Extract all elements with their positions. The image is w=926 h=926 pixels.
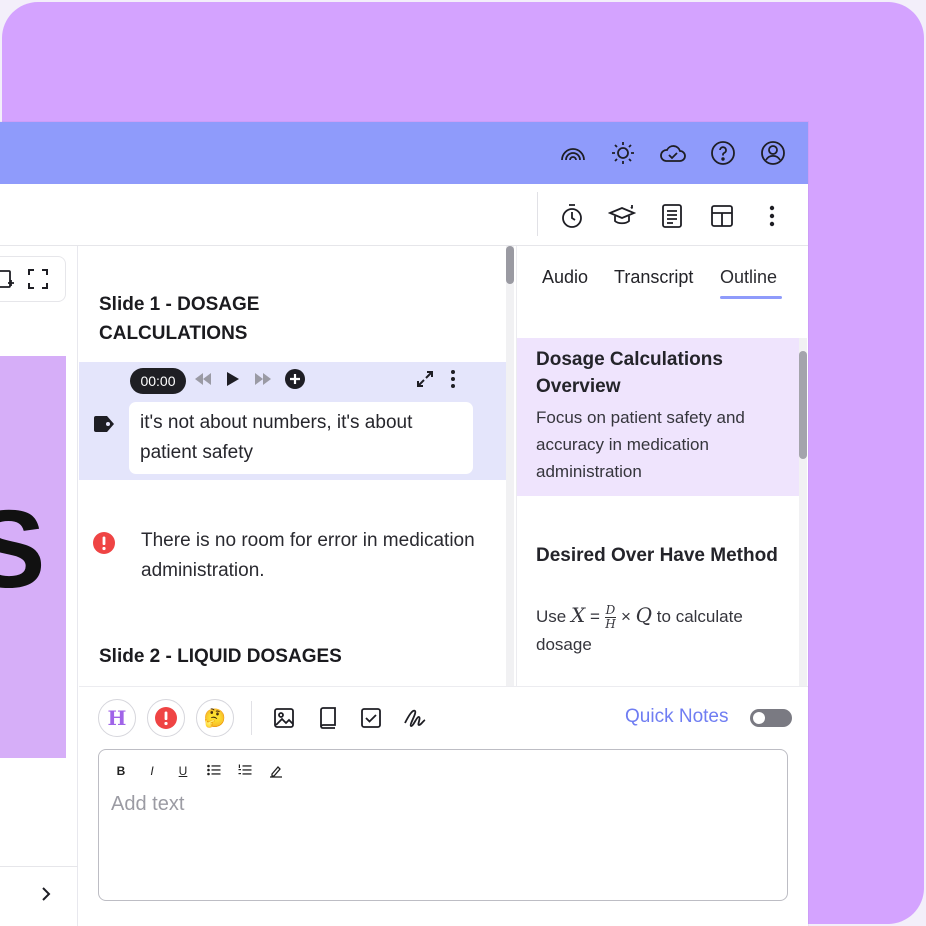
help-icon[interactable]	[707, 137, 739, 169]
rainbow-icon[interactable]	[557, 137, 589, 169]
notes-scrollbar-thumb[interactable]	[506, 246, 514, 284]
important-button[interactable]	[147, 699, 185, 737]
outline-scrollbar-thumb[interactable]	[799, 351, 807, 459]
timer-icon[interactable]	[556, 200, 588, 232]
formula-prefix: Use	[536, 607, 567, 626]
slide-title-glyph: S	[0, 488, 46, 611]
slide-1-title: Slide 1 - DOSAGE CALCULATIONS	[99, 294, 260, 344]
outline-item-title: Dosage Calculations Overview	[536, 349, 723, 397]
outline-item-active[interactable]: Dosage Calculations Overview Focus on pa…	[517, 338, 799, 496]
quick-notes-label: Quick Notes	[625, 706, 729, 727]
book-icon[interactable]	[315, 705, 341, 731]
account-icon[interactable]	[757, 137, 789, 169]
italic-button[interactable]: I	[142, 764, 162, 782]
outline-item-title[interactable]: Desired Over Have Method	[536, 542, 786, 569]
formula-fraction: DH	[604, 603, 617, 632]
slide-tools	[0, 256, 66, 302]
graduation-cap-icon[interactable]	[606, 200, 638, 232]
toggle-knob	[753, 712, 765, 724]
quick-notes-toggle[interactable]	[750, 709, 792, 727]
layout-icon[interactable]	[706, 200, 738, 232]
underline-button[interactable]: U	[173, 764, 193, 782]
toolbar-divider	[537, 192, 538, 236]
formula-denominator: H	[605, 617, 616, 632]
formula-numerator: D	[604, 603, 617, 619]
alert-icon	[93, 532, 115, 554]
thinking-emoji-icon: 🤔	[203, 707, 227, 729]
chevron-right-icon[interactable]	[36, 882, 56, 906]
note-text[interactable]: it's not about numbers, it's about patie…	[129, 402, 473, 474]
notes-pane: Slide 1 - DOSAGE CALCULATIONS 00:00 it's…	[79, 246, 515, 686]
slide-preview-pane: S	[0, 246, 78, 926]
important-note-text[interactable]: There is no room for error in medication…	[141, 526, 481, 586]
outline-pane: Audio Transcript Outline Dosage Calculat…	[516, 246, 808, 686]
image-icon[interactable]	[271, 705, 297, 731]
note-input-placeholder: Add text	[111, 793, 185, 815]
editor-divider	[251, 701, 252, 735]
thinking-button[interactable]: 🤔	[196, 699, 234, 737]
signature-icon[interactable]	[402, 705, 428, 731]
bullet-list-icon[interactable]	[204, 764, 224, 782]
rewind-icon[interactable]	[192, 368, 214, 390]
note-block-active[interactable]: 00:00 it's not about numbers, it's about…	[79, 362, 506, 480]
alert-icon	[155, 707, 177, 729]
fast-forward-icon[interactable]	[252, 368, 274, 390]
checkbox-icon[interactable]	[358, 705, 384, 731]
slide-2-title: Slide 2 - LIQUID DOSAGES	[99, 646, 342, 667]
heading-button[interactable]: H	[98, 699, 136, 737]
audio-timestamp[interactable]: 00:00	[130, 368, 186, 394]
heading-label: H	[107, 706, 127, 730]
outline-item-text: Focus on patient safety and accuracy in …	[536, 408, 745, 481]
active-tab-indicator	[720, 296, 782, 299]
top-bar	[0, 122, 808, 184]
pane-divider	[0, 866, 78, 867]
notes-scrollbar[interactable]	[506, 246, 514, 686]
cloud-icon[interactable]	[657, 137, 689, 169]
formula-times: ×	[620, 607, 631, 626]
note-menu-icon[interactable]	[442, 368, 464, 390]
formula-x: X	[570, 603, 586, 627]
bold-button[interactable]: B	[111, 764, 131, 782]
numbered-list-icon[interactable]	[235, 764, 255, 782]
slide-thumbnail[interactable]: S	[0, 356, 66, 758]
more-vertical-icon[interactable]	[756, 200, 788, 232]
note-editor: H 🤔 Quick Notes B I U Add text	[79, 686, 808, 926]
sun-icon[interactable]	[607, 137, 639, 169]
highlight-icon[interactable]	[266, 764, 286, 782]
note-input[interactable]: B I U Add text	[98, 749, 788, 901]
tab-transcript[interactable]: Transcript	[614, 267, 693, 288]
add-slide-icon[interactable]	[0, 269, 16, 291]
document-icon[interactable]	[656, 200, 688, 232]
fullscreen-icon[interactable]	[27, 268, 49, 290]
main-toolbar	[0, 184, 808, 246]
outline-item-text: Use X = DH × Q to calculate dosage	[536, 602, 796, 658]
formula-q: Q	[635, 603, 653, 627]
formula-equals: =	[589, 607, 600, 626]
panel-tabs: Audio Transcript Outline	[517, 246, 808, 316]
app-window: S Slide 1 - DOSAGE CALCULATIONS 00:00 it…	[0, 122, 808, 926]
expand-icon[interactable]	[414, 368, 436, 390]
add-circle-icon[interactable]	[284, 368, 306, 390]
tab-audio[interactable]: Audio	[542, 267, 588, 288]
play-icon[interactable]	[222, 368, 244, 390]
tab-outline[interactable]: Outline	[720, 267, 777, 288]
tag-icon	[94, 416, 114, 432]
